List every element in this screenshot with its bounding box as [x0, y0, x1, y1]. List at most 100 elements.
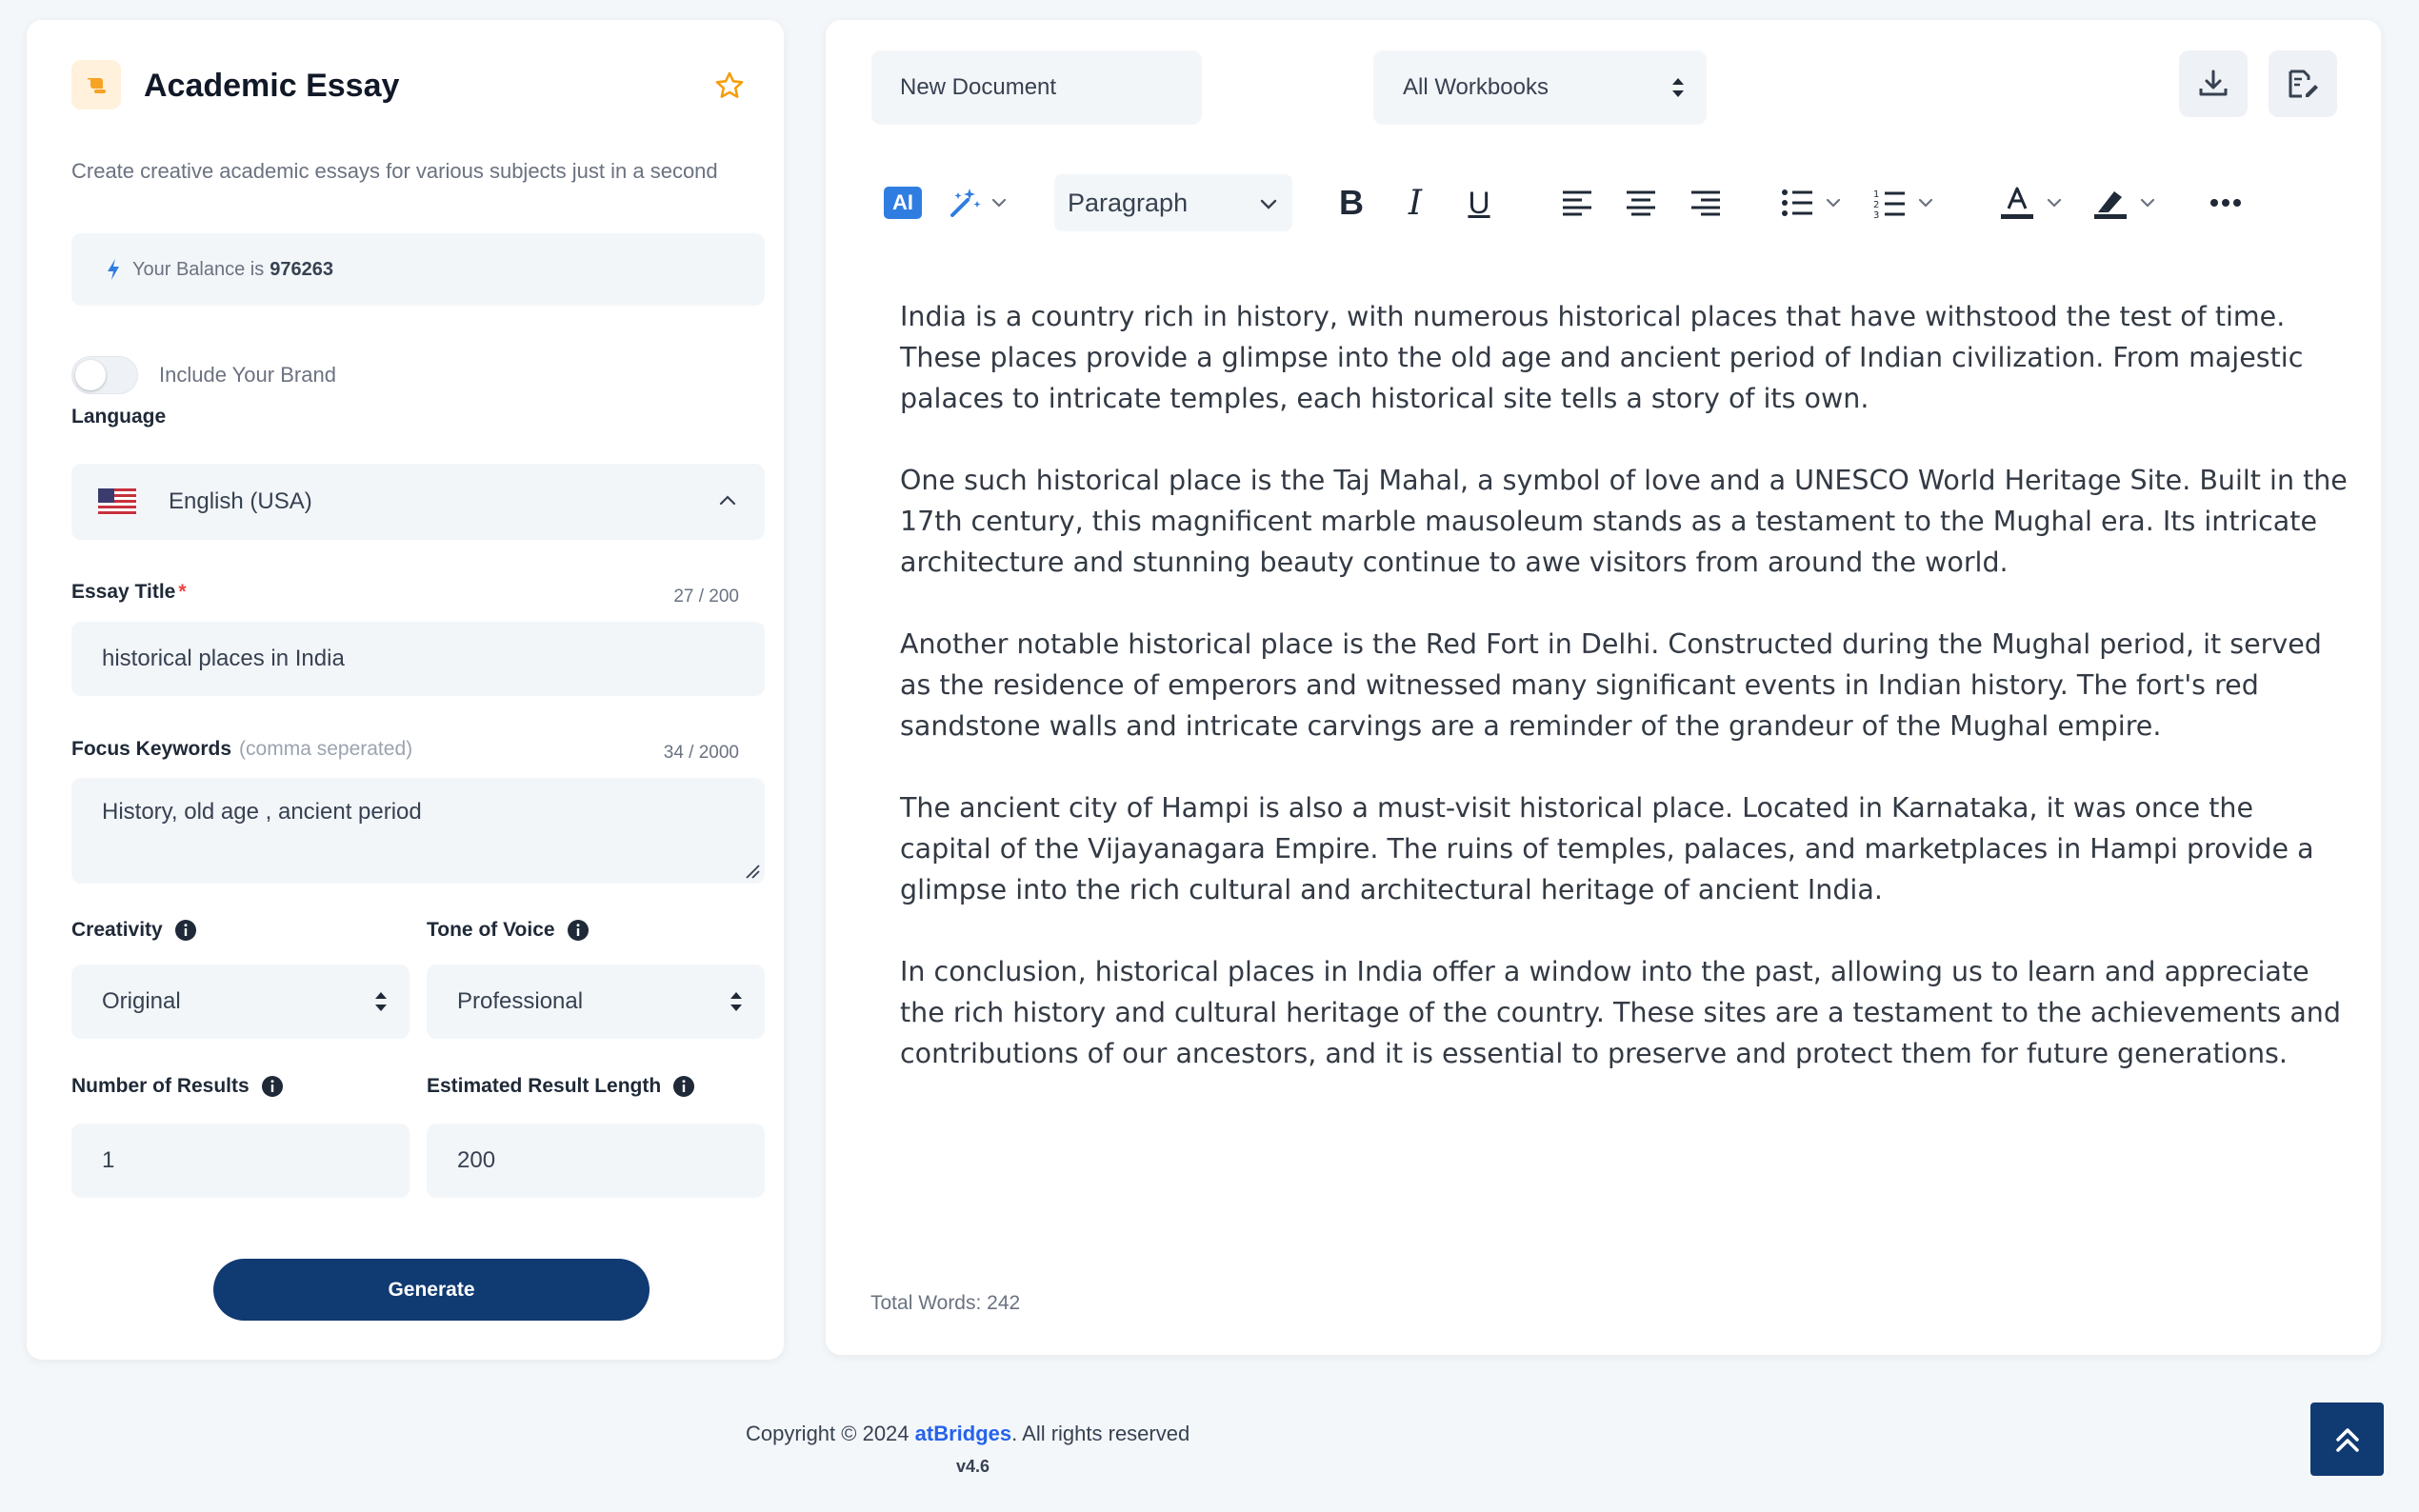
align-center-icon	[1627, 190, 1655, 216]
focus-keywords-hint: (comma seperated)	[239, 738, 413, 760]
workbook-value: All Workbooks	[1403, 74, 1549, 100]
chevron-down-icon	[1260, 199, 1277, 209]
chevron-down-icon	[991, 198, 1007, 208]
editor-paragraph: Another notable historical place is the …	[900, 628, 2322, 742]
include-brand-label: Include Your Brand	[159, 363, 336, 387]
align-right-icon	[1691, 190, 1720, 216]
chevron-down-icon	[1918, 198, 1933, 208]
highlighter-icon	[2094, 191, 2127, 219]
numbered-list-icon: 1 2 3	[1873, 189, 1905, 218]
underline-button[interactable]: U	[1453, 163, 1505, 243]
resize-grip-icon[interactable]	[744, 863, 761, 880]
more-horizontal-icon	[2210, 199, 2241, 207]
num-results-label: Number of Results	[71, 1075, 284, 1098]
creativity-value: Original	[102, 988, 181, 1014]
info-icon[interactable]	[261, 1075, 284, 1098]
bullet-list-icon	[1782, 189, 1812, 216]
scroll-icon	[71, 60, 121, 109]
text-color-icon	[2001, 187, 2033, 219]
scroll-to-top-button[interactable]	[2310, 1403, 2384, 1476]
svg-text:2: 2	[1873, 200, 1879, 210]
focus-keywords-label-text: Focus Keywords	[71, 738, 232, 760]
word-count: Total Words: 242	[870, 1292, 1021, 1314]
toggle-knob	[75, 360, 106, 390]
align-center-button[interactable]	[1615, 163, 1667, 243]
save-document-button[interactable]	[2269, 50, 2337, 117]
double-chevron-up-icon	[2335, 1427, 2359, 1452]
tone-label-text: Tone of Voice	[427, 919, 555, 941]
essay-title-value: historical places in India	[102, 646, 345, 671]
generate-button[interactable]: Generate	[213, 1259, 650, 1321]
star-icon[interactable]	[713, 70, 746, 102]
svg-text:1: 1	[1873, 189, 1879, 200]
us-flag-icon	[98, 488, 136, 515]
select-arrows-icon	[730, 992, 742, 1011]
editor-content[interactable]: India is a country rich in history, with…	[900, 296, 2348, 1115]
required-mark: *	[178, 581, 187, 603]
align-right-button[interactable]	[1680, 163, 1731, 243]
chevron-down-icon	[2047, 198, 2062, 208]
align-left-button[interactable]	[1551, 163, 1603, 243]
numbered-list-button[interactable]: 1 2 3	[1864, 163, 1946, 243]
bold-button[interactable]: B	[1326, 163, 1377, 243]
text-color-button[interactable]	[1989, 163, 2075, 243]
download-icon	[2199, 70, 2228, 96]
block-format-select[interactable]: Paragraph	[1054, 174, 1292, 231]
page: Academic Essay Create creative academic …	[0, 0, 2419, 1512]
bold-icon: B	[1339, 183, 1364, 222]
balance-value: 976263	[270, 258, 333, 280]
tone-select[interactable]: Professional	[427, 965, 765, 1039]
info-icon[interactable]	[672, 1075, 695, 1098]
select-arrows-icon	[1672, 78, 1684, 97]
essay-title-label-text: Essay Title	[71, 581, 176, 603]
result-length-input[interactable]: 200	[427, 1124, 765, 1198]
bullet-list-button[interactable]	[1771, 163, 1853, 243]
download-button[interactable]	[2179, 50, 2248, 117]
tone-label: Tone of Voice	[427, 919, 590, 942]
essay-title-label: Essay Title *	[71, 581, 187, 604]
chevron-down-icon	[1826, 198, 1841, 208]
include-brand-toggle[interactable]	[71, 356, 138, 394]
info-icon[interactable]	[174, 919, 197, 942]
num-results-input[interactable]: 1	[71, 1124, 410, 1198]
workbook-select[interactable]: All Workbooks	[1373, 50, 1707, 125]
creativity-label: Creativity	[71, 919, 197, 942]
block-format-value: Paragraph	[1068, 188, 1189, 217]
editor-panel: New Document All Workbooks AI Paragraph …	[826, 20, 2381, 1355]
info-icon[interactable]	[567, 919, 590, 942]
magic-wand-icon	[950, 189, 981, 217]
result-length-label: Estimated Result Length	[427, 1075, 695, 1098]
editor-paragraph: The ancient city of Hampi is also a must…	[900, 792, 2314, 905]
copyright-prefix: Copyright © 2024	[746, 1422, 910, 1445]
language-select[interactable]: English (USA)	[71, 464, 765, 540]
editor-paragraph: In conclusion, historical places in Indi…	[900, 956, 2341, 1069]
editor-paragraph: One such historical place is the Taj Mah…	[900, 465, 2348, 578]
brand-toggle-row: Include Your Brand	[71, 354, 336, 396]
essay-title-input[interactable]: historical places in India	[71, 622, 765, 696]
ai-button[interactable]: AI	[881, 163, 925, 243]
copyright-suffix: . All rights reserved	[1011, 1422, 1190, 1445]
tool-form-panel: Academic Essay Create creative academic …	[27, 20, 784, 1360]
focus-keywords-value: History, old age , ancient period	[102, 799, 422, 825]
tone-value: Professional	[457, 988, 584, 1014]
underline-icon: U	[1468, 185, 1490, 220]
document-name-value: New Document	[900, 74, 1057, 100]
document-name-input[interactable]: New Document	[871, 50, 1202, 125]
app-version: v4.6	[956, 1457, 990, 1476]
brand-link[interactable]: atBridges	[915, 1422, 1011, 1445]
more-options-button[interactable]	[2199, 163, 2252, 243]
ai-badge: AI	[884, 187, 922, 219]
essay-title-counter: 27 / 200	[673, 587, 739, 607]
balance-label: Your Balance is	[132, 258, 265, 280]
align-left-icon	[1563, 190, 1591, 216]
result-length-label-text: Estimated Result Length	[427, 1075, 662, 1097]
language-label-text: Language	[71, 406, 167, 428]
balance-box: Your Balance is 976263	[71, 233, 765, 306]
highlight-color-button[interactable]	[2083, 163, 2169, 243]
italic-button[interactable]: I	[1389, 163, 1441, 243]
focus-keywords-textarea[interactable]: History, old age , ancient period	[71, 778, 765, 884]
focus-keywords-counter: 34 / 2000	[663, 743, 739, 763]
creativity-select[interactable]: Original	[71, 965, 410, 1039]
ai-tools-dropdown[interactable]	[940, 163, 1016, 243]
editor-toolbar: AI Paragraph B I U 1 2 3	[826, 163, 2381, 243]
